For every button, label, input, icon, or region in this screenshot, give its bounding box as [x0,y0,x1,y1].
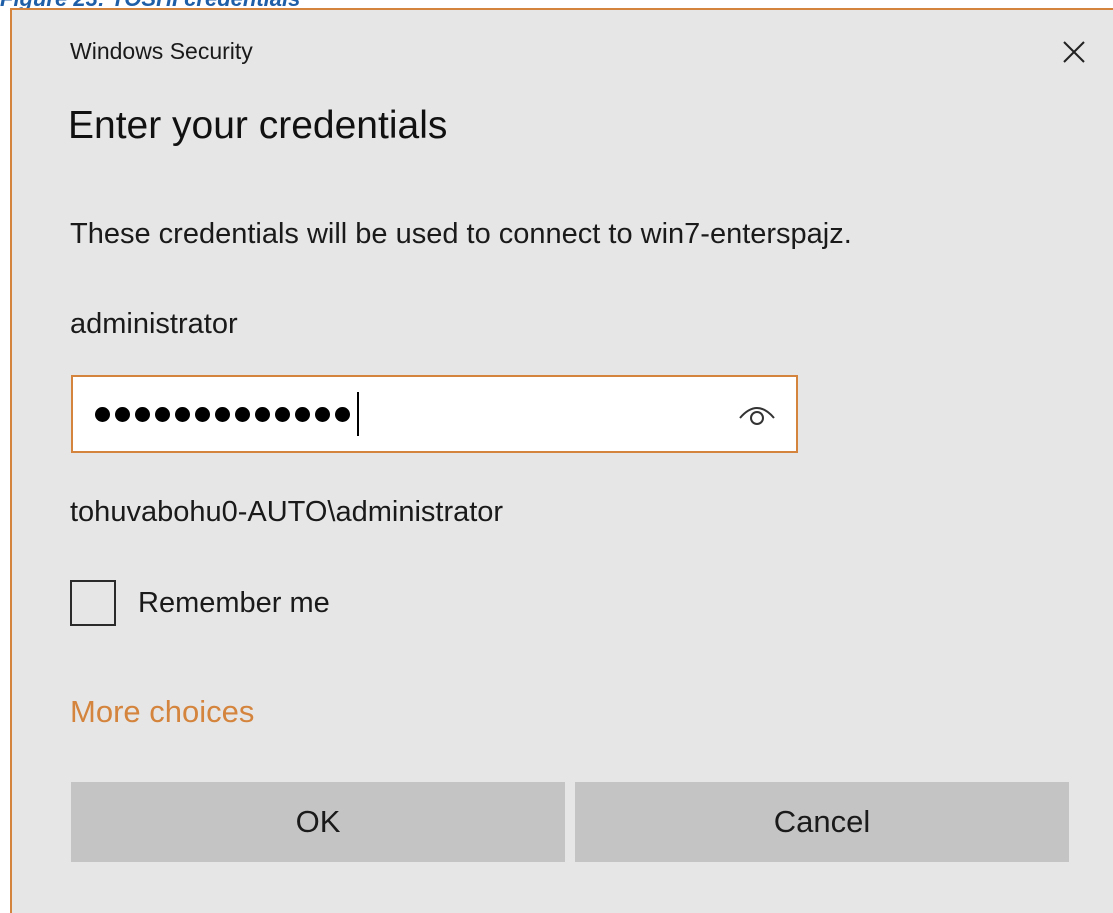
dialog-heading: Enter your credentials [68,104,448,147]
remember-me-checkbox[interactable]: Remember me [70,580,330,626]
window-title: Windows Security [70,38,253,64]
password-dot [255,406,270,422]
password-dot [195,406,210,422]
more-choices-link[interactable]: More choices [70,694,254,730]
remember-me-label: Remember me [138,586,330,619]
password-dot [155,406,170,422]
cancel-button[interactable]: Cancel [575,782,1069,862]
credentials-dialog: Windows Security Enter your credentials … [10,8,1113,913]
password-dot [215,406,230,422]
password-dot [295,406,310,422]
password-dot [175,406,190,422]
domain-user-label: tohuvabohu0-AUTO\administrator [70,496,504,528]
password-dot [235,406,250,422]
figure-caption: Figure 23: TOSHI credentials [0,0,300,8]
password-mask [95,377,359,451]
checkbox-box[interactable] [70,580,116,626]
eye-icon [739,407,775,425]
password-dot [275,406,290,422]
ok-button[interactable]: OK [71,782,565,862]
password-field[interactable] [71,375,798,453]
text-caret [357,392,359,436]
reveal-password-button[interactable] [735,395,779,433]
username-label: administrator [70,308,238,340]
dialog-description: These credentials will be used to connec… [70,218,852,250]
password-dot [115,406,130,422]
password-dot [135,406,150,422]
close-icon [1063,41,1085,63]
password-dot [315,406,330,422]
password-dot [95,406,110,422]
close-button[interactable] [1050,28,1098,76]
password-dot [335,406,350,422]
